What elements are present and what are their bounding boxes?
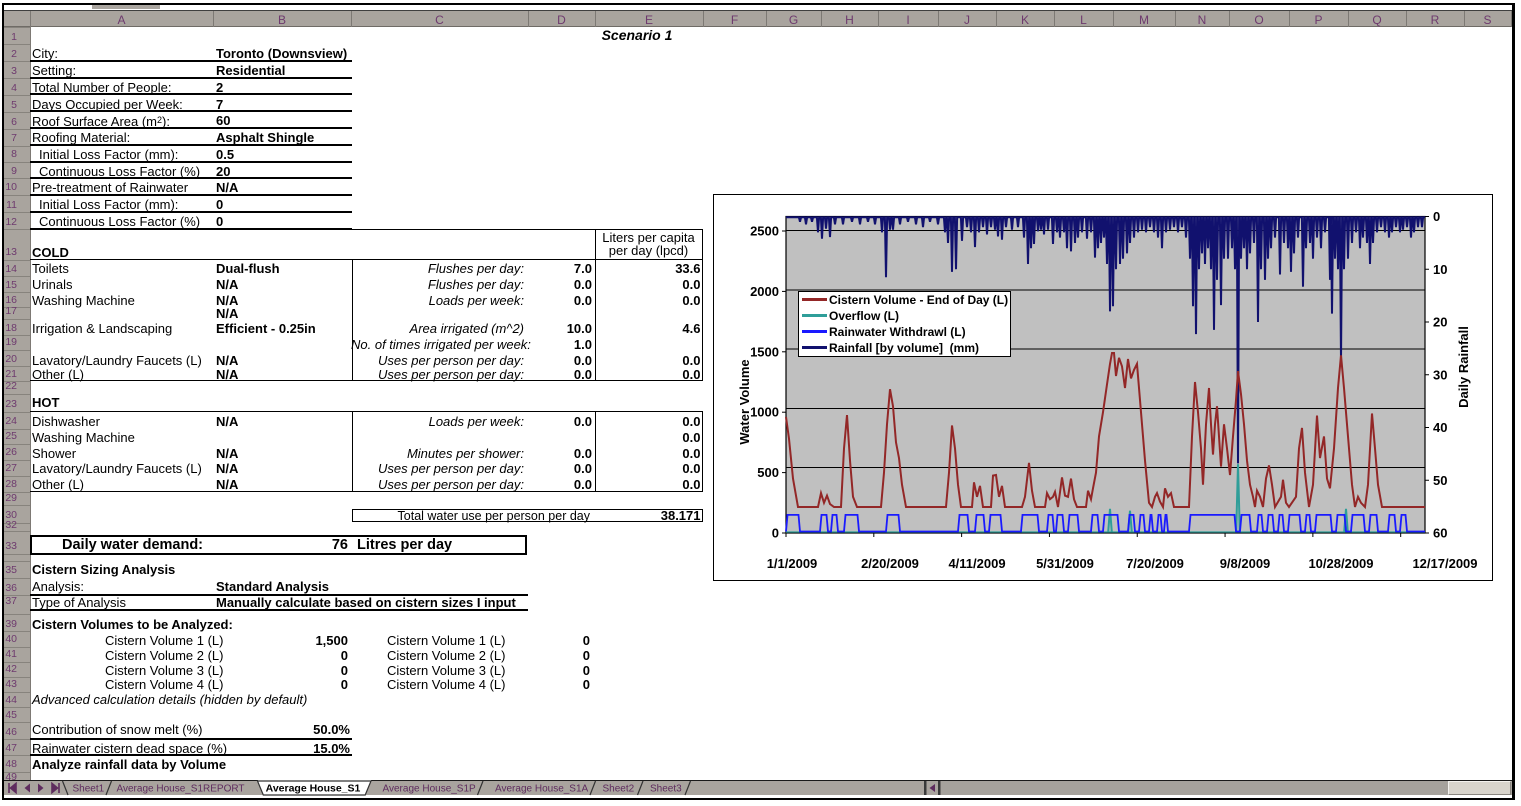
svg-text:4/11/2009: 4/11/2009 [948,556,1005,571]
svg-text:Daily Rainfall: Daily Rainfall [1456,326,1471,408]
svg-text:Sheet2: Sheet2 [603,784,635,795]
svg-text:9/8/2009: 9/8/2009 [1220,556,1271,571]
svg-text:40: 40 [1433,420,1447,435]
svg-text:Water Volume: Water Volume [737,359,752,444]
svg-text:30: 30 [1433,367,1447,382]
svg-text:0: 0 [772,526,779,541]
svg-text:Sheet1: Sheet1 [73,784,105,795]
svg-text:Average House_S1REPORT: Average House_S1REPORT [117,784,245,795]
svg-text:5/31/2009: 5/31/2009 [1036,556,1094,571]
svg-text:12/17/2009: 12/17/2009 [1412,556,1477,571]
svg-text:1500: 1500 [750,344,779,359]
svg-text:1000: 1000 [750,405,779,420]
svg-text:20: 20 [1433,315,1447,330]
svg-text:7/20/2009: 7/20/2009 [1126,556,1184,571]
svg-text:1/1/2009: 1/1/2009 [767,556,818,571]
svg-text:0: 0 [1433,209,1440,224]
svg-text:Sheet3: Sheet3 [650,784,682,795]
svg-text:10: 10 [1433,262,1447,277]
svg-text:2/20/2009: 2/20/2009 [861,556,919,571]
svg-text:2500: 2500 [750,224,779,239]
svg-text:10/28/2009: 10/28/2009 [1308,556,1373,571]
svg-text:Average House_S1: Average House_S1 [266,783,361,795]
svg-text:Rainfall [by volume] (mm): Rainfall [by volume] (mm) [829,341,979,355]
svg-text:2000: 2000 [750,284,779,299]
svg-text:Cistern Volume - End of Day (L: Cistern Volume - End of Day (L) [829,293,1008,307]
svg-text:50: 50 [1433,473,1447,488]
svg-text:Rainwater Withdrawl (L): Rainwater Withdrawl (L) [829,325,966,339]
svg-text:Average House_S1A: Average House_S1A [495,784,589,795]
svg-text:60: 60 [1433,526,1447,541]
svg-text:500: 500 [757,465,779,480]
svg-text:Average House_S1P: Average House_S1P [383,784,477,795]
svg-text:Overflow (L): Overflow (L) [829,309,899,323]
